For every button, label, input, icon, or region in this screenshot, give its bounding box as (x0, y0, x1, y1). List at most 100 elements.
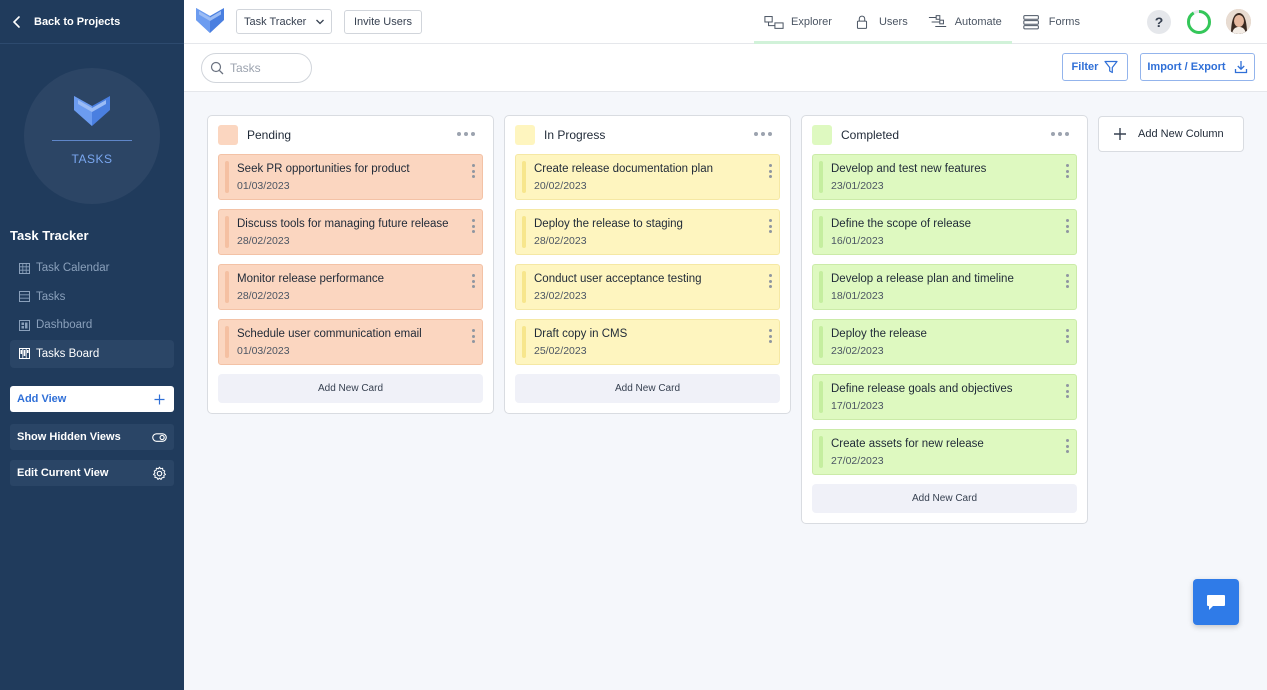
edit-current-view-button[interactable]: Edit Current View (10, 460, 174, 486)
sidebar-item-dashboard[interactable]: Dashboard (10, 311, 174, 339)
card-menu-icon[interactable] (470, 219, 476, 233)
card-menu-icon[interactable] (767, 219, 773, 233)
drag-handle[interactable] (819, 381, 823, 413)
card-menu-icon[interactable] (1064, 384, 1070, 398)
card-title: Create assets for new release (831, 438, 984, 450)
drag-handle[interactable] (819, 326, 823, 358)
task-card[interactable]: Create release documentation plan 20/02/2… (515, 154, 780, 200)
drag-handle[interactable] (819, 216, 823, 248)
card-menu-icon[interactable] (1064, 439, 1070, 453)
drag-handle[interactable] (522, 216, 526, 248)
search-icon (210, 61, 224, 75)
top-nav-tabs: Explorer Users Automate Forms (754, 0, 1090, 44)
task-card[interactable]: Conduct user acceptance testing 23/02/202… (515, 264, 780, 310)
card-menu-icon[interactable] (767, 329, 773, 343)
task-card[interactable]: Discuss tools for managing future releas… (218, 209, 483, 255)
tab-users-label: Users (878, 16, 908, 28)
plus-icon (1114, 128, 1126, 140)
card-menu-icon[interactable] (1064, 329, 1070, 343)
sidebar-item-tasks[interactable]: Tasks (10, 283, 174, 311)
board-toolbar: Filter Import / Export (184, 44, 1267, 92)
avatar[interactable] (1226, 9, 1251, 34)
column-more-icon[interactable] (1051, 128, 1073, 140)
plus-icon (154, 394, 165, 404)
tab-explorer[interactable]: Explorer (754, 0, 842, 44)
task-card[interactable]: Seek PR opportunities for product 01/03/2… (218, 154, 483, 200)
card-menu-icon[interactable] (1064, 219, 1070, 233)
card-date: 27/02/2023 (831, 455, 884, 467)
logo-icon (74, 96, 110, 126)
task-card[interactable]: Deploy the release to staging 28/02/2023 (515, 209, 780, 255)
task-card[interactable]: Draft copy in CMS 25/02/2023 (515, 319, 780, 365)
back-to-projects-link[interactable]: Back to Projects (10, 12, 120, 32)
tab-automate[interactable]: Automate (917, 0, 1012, 44)
help-icon: ? (1154, 14, 1164, 30)
drag-handle[interactable] (522, 161, 526, 193)
drag-handle[interactable] (225, 161, 229, 193)
sidebar-item-task-calendar[interactable]: Task Calendar (10, 254, 174, 282)
dashboard-icon (19, 319, 30, 331)
add-new-card-button[interactable]: Add New Card (515, 374, 780, 403)
task-card[interactable]: Monitor release performance 28/02/2023 (218, 264, 483, 310)
import-export-button[interactable]: Import / Export (1140, 53, 1255, 81)
chat-button[interactable] (1193, 579, 1239, 625)
column-color-swatch[interactable] (515, 124, 535, 145)
card-title: Deploy the release to staging (534, 218, 683, 230)
drag-handle[interactable] (819, 271, 823, 303)
add-new-card-button[interactable]: Add New Card (812, 484, 1077, 513)
card-menu-icon[interactable] (767, 164, 773, 178)
column-color-swatch[interactable] (218, 124, 238, 145)
task-card[interactable]: Schedule user communication email 01/03/2… (218, 319, 483, 365)
automate-icon (928, 15, 946, 28)
card-menu-icon[interactable] (1064, 164, 1070, 178)
filter-button[interactable]: Filter (1062, 53, 1128, 81)
progress-ring-icon[interactable] (1186, 9, 1212, 35)
tab-explorer-label: Explorer (791, 16, 832, 28)
card-menu-icon[interactable] (470, 164, 476, 178)
invite-users-label: Invite Users (353, 16, 413, 28)
task-card[interactable]: Develop and test new features 23/01/2023 (812, 154, 1077, 200)
add-view-button[interactable]: Add View (10, 386, 174, 412)
invite-users-button[interactable]: Invite Users (344, 10, 422, 34)
column-more-icon[interactable] (457, 128, 479, 140)
drag-handle[interactable] (225, 271, 229, 303)
drag-handle[interactable] (819, 436, 823, 468)
task-card[interactable]: Deploy the release 23/02/2023 (812, 319, 1077, 365)
card-title: Conduct user acceptance testing (534, 273, 702, 285)
column-title: In Progress (544, 127, 606, 142)
drag-handle[interactable] (522, 271, 526, 303)
app-logo-icon[interactable] (196, 8, 224, 34)
tab-forms[interactable]: Forms (1012, 0, 1090, 44)
column-header: In Progress (505, 116, 790, 153)
add-new-column-button[interactable]: Add New Column (1098, 116, 1244, 152)
filter-icon (1104, 60, 1119, 74)
show-hidden-views-toggle[interactable]: Show Hidden Views (10, 424, 174, 450)
card-title: Schedule user communication email (237, 328, 422, 340)
card-menu-icon[interactable] (1064, 274, 1070, 288)
drag-handle[interactable] (819, 161, 823, 193)
column-color-swatch[interactable] (812, 124, 832, 145)
drag-handle[interactable] (225, 216, 229, 248)
help-button[interactable]: ? (1147, 10, 1171, 34)
card-list: Create release documentation plan 20/02/2… (505, 153, 790, 403)
task-card[interactable]: Define the scope of release 16/01/2023 (812, 209, 1077, 255)
card-menu-icon[interactable] (767, 274, 773, 288)
task-card[interactable]: Develop a release plan and timeline 18/01… (812, 264, 1077, 310)
drag-handle[interactable] (522, 326, 526, 358)
sidebar-item-tasks-board[interactable]: Tasks Board (10, 339, 174, 368)
column-more-icon[interactable] (754, 128, 776, 140)
card-menu-icon[interactable] (470, 329, 476, 343)
project-title: Task Tracker (10, 228, 89, 243)
card-menu-icon[interactable] (470, 274, 476, 288)
search-input[interactable] (230, 61, 310, 75)
explorer-icon (764, 16, 784, 29)
download-icon (1234, 61, 1247, 74)
project-logo: TASKS (24, 68, 160, 204)
task-card[interactable]: Create assets for new release 27/02/2023 (812, 429, 1077, 475)
board-column-in-progress: In Progress Create release documentation… (504, 115, 791, 414)
project-select[interactable]: Task Tracker (236, 9, 332, 34)
add-new-card-button[interactable]: Add New Card (218, 374, 483, 403)
task-card[interactable]: Define release goals and objectives 17/01… (812, 374, 1077, 420)
tab-users[interactable]: Users (841, 0, 918, 44)
drag-handle[interactable] (225, 326, 229, 358)
